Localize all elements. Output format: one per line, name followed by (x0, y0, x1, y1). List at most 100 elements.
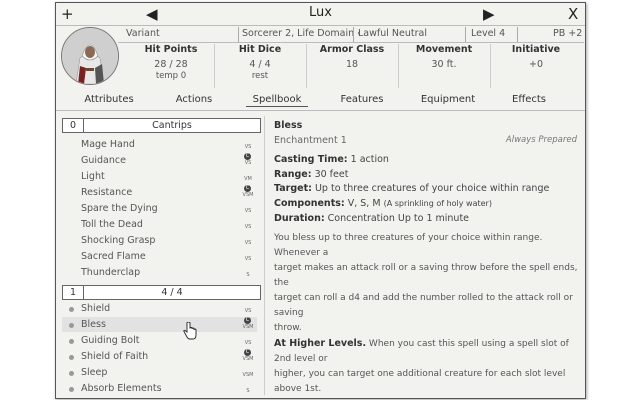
spell-slots-level-1: 4 / 4 (161, 287, 183, 298)
spell-detail: Bless Enchantment 1 Always Prepared Cast… (274, 118, 579, 394)
description-line: You bless up to three creatures of your … (274, 233, 543, 258)
spell-name: Sleep (81, 367, 108, 378)
spell-components: S (246, 272, 250, 278)
spell-components: VSM (242, 192, 254, 198)
cantrips-label: Cantrips (152, 120, 192, 131)
spell-level-1: 1 (63, 286, 84, 299)
range-row: Range: 30 feet (274, 169, 348, 180)
target-label: Target: (274, 183, 312, 194)
spell-row[interactable]: Absorb Elements S (62, 381, 257, 393)
spell-name: Guiding Bolt (81, 335, 140, 346)
cantrips-header[interactable]: 0 Cantrips (62, 118, 261, 133)
spell-list: 0 Cantrips Mage Hand VS Guidance C VS Light VM… (62, 118, 261, 393)
prepared-dot-icon[interactable] (69, 387, 74, 392)
hit-dice-header: Hit Dice (238, 44, 282, 55)
concentration-icon: C (244, 153, 251, 160)
character-sheet-window: + ◀ Lux ▶ X Variant Sorcerer 2, Life Dom… (55, 2, 586, 399)
prepared-dot-icon[interactable] (69, 339, 74, 344)
alignment-label[interactable]: Lawful Neutral (358, 28, 427, 39)
spell-row[interactable]: Thunderclap S (62, 265, 257, 280)
tab-actions[interactable]: Actions (164, 94, 224, 105)
spell-row[interactable]: Sleep VSM (62, 365, 257, 380)
tab-spellbook[interactable]: Spellbook (246, 94, 308, 107)
components-row: Components: V, S, M (A sprinkling of hol… (274, 198, 492, 209)
prepared-dot-icon[interactable] (69, 355, 74, 360)
spell-name: Toll the Dead (81, 219, 143, 230)
hit-dice-value: 4 / 4 (249, 59, 271, 70)
spell-row[interactable]: Shield of Faith C VSM (62, 349, 257, 364)
spell-row[interactable]: Sacred Flame VS (62, 249, 257, 264)
spell-components: S (246, 388, 250, 393)
spell-components: VM (244, 176, 252, 182)
spell-name: Sacred Flame (81, 251, 146, 262)
tab-features[interactable]: Features (334, 94, 390, 105)
variant-label[interactable]: Variant (126, 28, 160, 39)
tab-effects[interactable]: Effects (504, 94, 554, 105)
spell-name: Mage Hand (81, 139, 135, 150)
spell-row[interactable]: Light VM (62, 169, 257, 184)
spell-row[interactable]: Guidance C VS (62, 153, 257, 168)
spell-name: Thunderclap (81, 267, 141, 278)
hit-points-stat[interactable]: Hit Points 28 / 28 temp 0 (131, 44, 211, 81)
close-icon[interactable]: X (568, 5, 578, 23)
target-row: Target: Up to three creatures of your ch… (274, 183, 549, 194)
panel-divider (264, 116, 265, 395)
temp-hp: temp 0 (155, 71, 187, 81)
hit-points-value: 28 / 28 (154, 59, 188, 70)
spell-name: Shield of Faith (81, 351, 149, 362)
hit-dice-stat[interactable]: Hit Dice 4 / 4 rest (220, 44, 300, 81)
prepared-dot-icon[interactable] (69, 323, 74, 328)
armor-class-value: 18 (345, 59, 359, 70)
character-name: Lux (309, 5, 332, 20)
range-label: Range: (274, 169, 312, 180)
spell-components: VSM (242, 324, 254, 330)
spell-school: Enchantment 1 (274, 135, 347, 146)
description-line: target makes an attack roll or a saving … (274, 263, 578, 288)
range-value: 30 feet (314, 169, 349, 180)
spell-row[interactable]: Toll the Dead VS (62, 217, 257, 232)
spell-row[interactable]: Resistance C VSM (62, 185, 257, 200)
level-label: Level 4 (471, 28, 506, 39)
spell-name: Spare the Dying (81, 203, 158, 214)
prepared-dot-icon[interactable] (69, 307, 74, 312)
tab-equipment[interactable]: Equipment (416, 94, 480, 105)
armor-class-stat[interactable]: Armor Class 18 (312, 44, 392, 70)
spell-name: Bless (274, 120, 303, 131)
title-bar: + ◀ Lux ▶ X (56, 3, 585, 26)
spell-row[interactable]: Shocking Grasp VS (62, 233, 257, 248)
level-1-header[interactable]: 1 4 / 4 (62, 285, 261, 300)
tab-attributes[interactable]: Attributes (78, 94, 140, 105)
next-character-icon[interactable]: ▶ (483, 5, 495, 23)
spell-name: Resistance (81, 187, 133, 198)
spell-name: Absorb Elements (81, 383, 162, 393)
prepared-dot-icon[interactable] (69, 371, 74, 376)
rest-link[interactable]: rest (220, 71, 300, 81)
components-note: (A sprinkling of holy water) (383, 199, 492, 208)
spell-row[interactable]: Bless C VSM (62, 317, 257, 332)
spell-components: VS (244, 340, 252, 346)
spell-name: Shocking Grasp (81, 235, 156, 246)
spell-row[interactable]: Guiding Bolt VS (62, 333, 257, 348)
spell-row[interactable]: Shield VS (62, 301, 257, 316)
character-info-line: Variant Sorcerer 2, Life Domain ‹ Lawful… (118, 27, 584, 42)
character-portrait[interactable] (61, 27, 119, 85)
concentration-icon: C (244, 317, 251, 324)
hooded-figure-image (62, 28, 118, 84)
class-label[interactable]: Sorcerer 2, Life Domain ‹ (242, 28, 361, 39)
prepared-status[interactable]: Always Prepared (506, 135, 577, 145)
spell-name: Guidance (81, 155, 126, 166)
tab-bar: Attributes Actions Spellbook Features Eq… (56, 92, 585, 111)
spell-components: VS (244, 208, 252, 214)
spell-row[interactable]: Spare the Dying VS (62, 201, 257, 216)
duration-row: Duration: Concentration Up to 1 minute (274, 213, 469, 224)
spell-components: VS (244, 308, 252, 314)
initiative-stat[interactable]: Initiative +0 (496, 44, 576, 70)
description-line: higher, you can target one additional cr… (274, 369, 566, 394)
initiative-header: Initiative (511, 44, 561, 55)
duration-value: Concentration Up to 1 minute (327, 213, 470, 224)
movement-stat[interactable]: Movement 30 ft. (404, 44, 484, 70)
spell-row[interactable]: Mage Hand VS (62, 137, 257, 152)
casting-time-value: 1 action (350, 154, 389, 165)
concentration-icon: C (244, 349, 251, 356)
spell-components: VS (244, 144, 252, 150)
